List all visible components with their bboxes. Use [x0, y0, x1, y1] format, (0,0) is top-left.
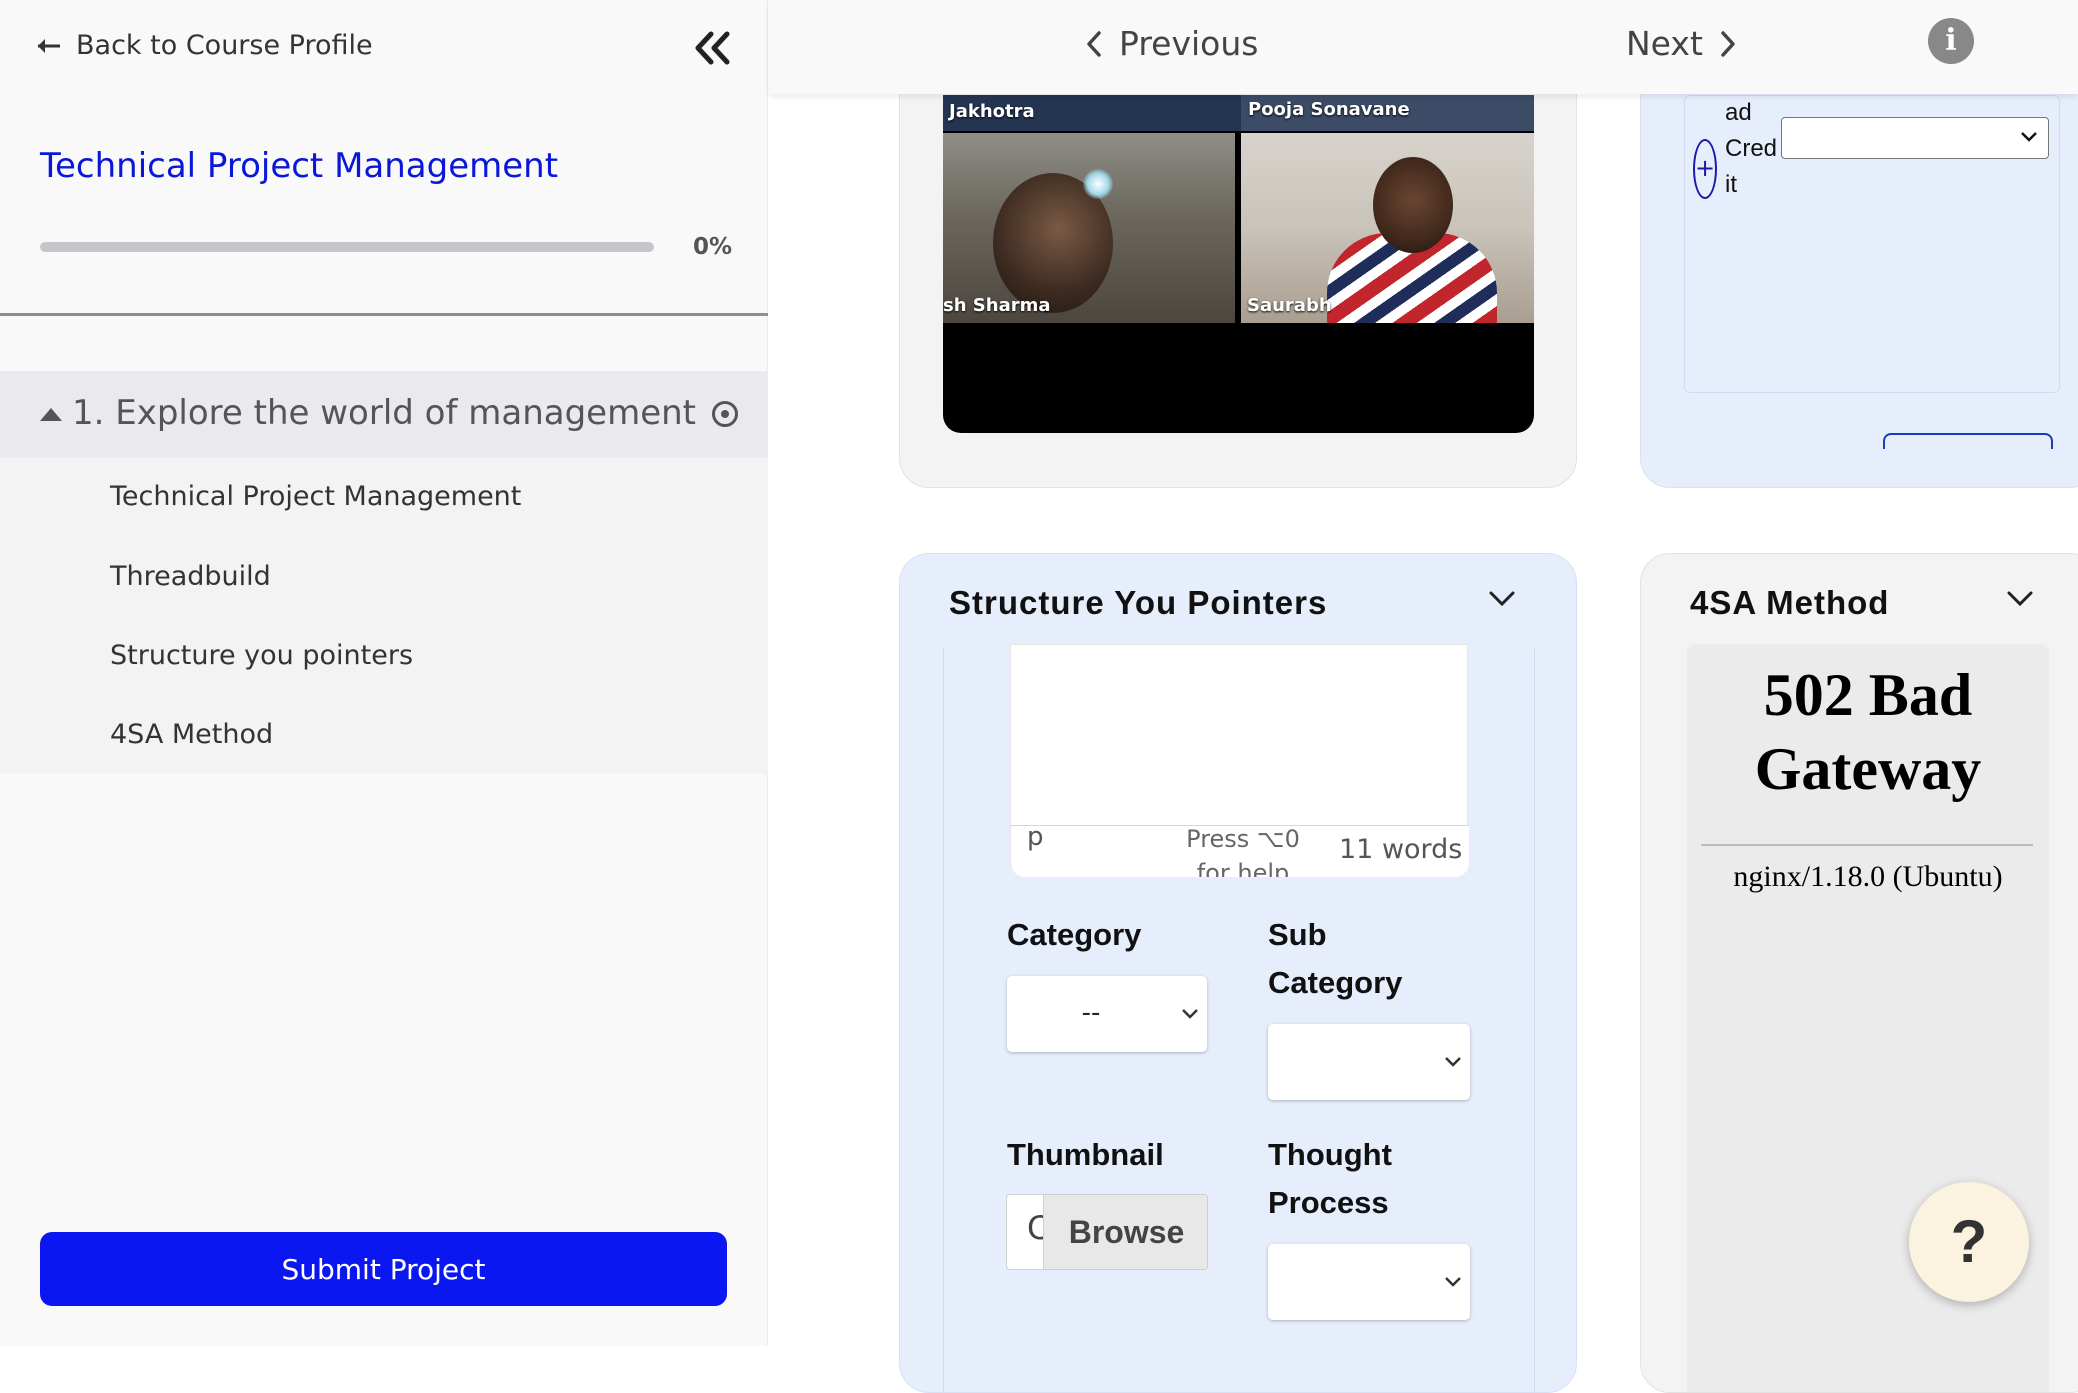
- lesson-item-threadbuild[interactable]: Threadbuild: [110, 561, 271, 592]
- back-link-label: Back to Course Profile: [76, 30, 373, 61]
- video-call-frame[interactable]: Jakhotra Pooja Sonavane sh Sharma Saurab…: [943, 95, 1534, 433]
- participant-name: sh Sharma: [943, 295, 1051, 316]
- error-divider: [1701, 844, 2033, 846]
- thought-process-label: Thought Process: [1268, 1137, 1392, 1220]
- lesson-item-4sa-method[interactable]: 4SA Method: [110, 719, 273, 750]
- editor-status-bar: p Press ⌥0 for help 11 words: [1011, 825, 1469, 877]
- participant-name: Pooja Sonavane: [1248, 99, 1410, 120]
- course-progress-percent: 0%: [693, 234, 733, 260]
- section-header[interactable]: 1. Explore the world of management: [0, 371, 768, 458]
- section-title: 1. Explore the world of management: [72, 393, 697, 433]
- add-thread-credit-icon[interactable]: +: [1693, 139, 1717, 199]
- chevron-down-icon: [1445, 1057, 1461, 1067]
- participant-video-tile: Saurabh: [1241, 133, 1534, 323]
- chevron-down-icon: [1445, 1277, 1461, 1287]
- editor-element-path[interactable]: p: [1027, 826, 1044, 852]
- participant-face: [1373, 157, 1453, 253]
- back-to-course-link[interactable]: Back to Course Profile: [36, 30, 373, 61]
- card-title: Structure You Pointers: [949, 584, 1328, 621]
- collapse-sidebar-icon[interactable]: [690, 28, 734, 68]
- chevron-right-icon: [1721, 30, 1735, 57]
- course-title[interactable]: Technical Project Management: [40, 146, 558, 186]
- category-select[interactable]: --: [1007, 976, 1207, 1052]
- course-progress-bar: [40, 242, 654, 252]
- rich-text-editor[interactable]: p Press ⌥0 for help 11 words: [1010, 644, 1469, 877]
- lesson-item-structure-pointers[interactable]: Structure you pointers: [110, 640, 413, 671]
- category-label: Category: [1007, 917, 1142, 952]
- card-title: 4SA Method: [1690, 584, 1890, 621]
- error-server-line: nginx/1.18.0 (Ubuntu): [1733, 860, 2003, 893]
- arrow-left-icon: [38, 38, 60, 53]
- thumbnail-label: Thumbnail: [1007, 1137, 1164, 1172]
- thumbnail-file-input[interactable]: C Browse: [1006, 1194, 1208, 1270]
- sub-category-label: Sub Category: [1268, 917, 1403, 1000]
- editor-help-hint: Press ⌥0 for help: [1186, 825, 1300, 877]
- lesson-navigation: Previous Next i: [769, 0, 2078, 94]
- sidebar-divider: [0, 313, 768, 316]
- in-progress-icon: [712, 401, 738, 427]
- previous-button[interactable]: Previous: [1085, 24, 1258, 63]
- submit-project-button[interactable]: Submit Project: [40, 1232, 727, 1306]
- light-glare: [1083, 169, 1113, 199]
- help-button[interactable]: ?: [1909, 1182, 2029, 1302]
- previous-label: Previous: [1119, 24, 1259, 63]
- chevron-left-icon: [1087, 30, 1101, 57]
- error-title: 502 Bad Gateway: [1754, 662, 1982, 802]
- chevron-down-icon[interactable]: [2007, 591, 2033, 607]
- thread-credit-select[interactable]: [1781, 117, 2049, 159]
- chevron-down-icon: [2021, 132, 2037, 142]
- lesson-item-technical-project-management[interactable]: Technical Project Management: [110, 481, 521, 512]
- structure-pointers-card: Structure You Pointers p Press ⌥0 for he…: [899, 553, 1577, 1393]
- caret-up-icon: [40, 408, 62, 421]
- course-sidebar: Back to Course Profile Technical Project…: [0, 0, 768, 1346]
- chevron-down-icon: [1182, 1009, 1198, 1019]
- editor-word-count[interactable]: 11 words: [1339, 834, 1462, 865]
- info-icon[interactable]: i: [1928, 18, 1974, 64]
- participant-video-tile: sh Sharma: [943, 133, 1235, 323]
- lesson-list: Technical Project Management Threadbuild…: [0, 458, 768, 774]
- next-button[interactable]: Next: [1626, 24, 1737, 63]
- category-select-value: --: [1081, 998, 1101, 1028]
- participant-name: Saurabh: [1247, 295, 1332, 316]
- browse-button[interactable]: Browse: [1043, 1195, 1207, 1269]
- sub-category-select[interactable]: [1268, 1024, 1470, 1100]
- chevron-down-icon[interactable]: [1489, 591, 1515, 607]
- thread-action-button[interactable]: [1883, 433, 2053, 449]
- thought-process-select[interactable]: [1268, 1244, 1470, 1320]
- next-label: Next: [1626, 24, 1703, 63]
- participant-name: Jakhotra: [949, 101, 1035, 122]
